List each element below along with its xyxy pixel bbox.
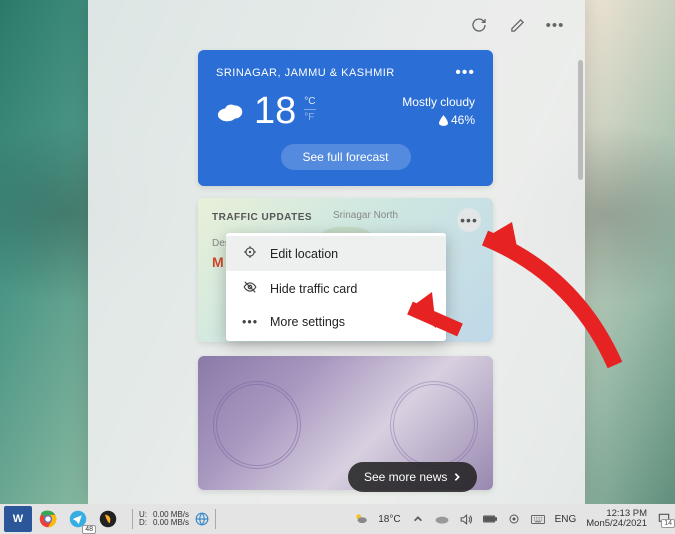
weather-tray-icon[interactable] — [354, 512, 368, 526]
system-tray: 18°C ENG 12:13 PM Mon5/24/2021 14 — [350, 509, 675, 530]
ellipsis-icon: ••• — [242, 315, 258, 329]
onedrive-icon[interactable] — [435, 512, 449, 526]
taskbar-netspeed: U: D: 0.00 MB/s 0.00 MB/s — [132, 509, 216, 529]
cloud-icon — [216, 99, 246, 123]
battery-icon[interactable] — [483, 512, 497, 526]
notif-badge: 14 — [661, 519, 675, 528]
eye-off-icon — [242, 280, 258, 297]
taskbar[interactable]: W 48 U: D: 0.00 MB/s 0.00 MB/s 18°C — [0, 504, 675, 534]
traffic-map-label: Srinagar North — [333, 210, 398, 221]
weather-humidity: 46% — [402, 113, 475, 127]
traffic-title: TRAFFIC UPDATES — [212, 212, 312, 223]
chevron-right-icon — [453, 472, 461, 482]
menu-item-label: Edit location — [270, 247, 338, 261]
weather-units[interactable]: °C °F — [304, 96, 315, 123]
more-button[interactable]: ••• — [545, 15, 565, 35]
panel-header: ••• — [88, 0, 585, 50]
menu-item-label: More settings — [270, 315, 345, 329]
weather-condition: Mostly cloudy — [402, 95, 475, 109]
globe-icon[interactable] — [195, 512, 209, 526]
telegram-icon[interactable]: 48 — [64, 506, 92, 532]
weather-card-menu-button[interactable]: ••• — [455, 64, 475, 82]
scrollbar-thumb[interactable] — [578, 60, 583, 180]
edit-button[interactable] — [507, 15, 527, 35]
annotation-arrow — [390, 280, 470, 340]
tray-weather-temp[interactable]: 18°C — [378, 514, 400, 525]
location-icon[interactable] — [507, 512, 521, 526]
chevron-up-icon[interactable] — [411, 512, 425, 526]
see-forecast-button[interactable]: See full forecast — [281, 144, 411, 170]
notification-icon[interactable]: 14 — [657, 512, 671, 526]
language-indicator[interactable]: ENG — [555, 514, 577, 525]
weather-location: SRINAGAR, JAMMU & KASHMIR — [216, 67, 395, 79]
droplet-icon — [439, 115, 448, 126]
chrome-icon[interactable] — [34, 506, 62, 532]
target-icon — [242, 245, 258, 262]
keyboard-icon[interactable] — [531, 512, 545, 526]
see-more-news-button[interactable]: See more news — [348, 462, 477, 492]
weather-card[interactable]: SRINAGAR, JAMMU & KASHMIR ••• 18 °C °F M… — [198, 50, 493, 186]
word-icon[interactable]: W — [4, 506, 32, 532]
traffic-m: M — [212, 254, 224, 270]
taskbar-pinned: W 48 — [0, 506, 122, 532]
refresh-button[interactable] — [469, 15, 489, 35]
app-icon[interactable] — [94, 506, 122, 532]
speaker-icon[interactable] — [459, 512, 473, 526]
taskbar-clock[interactable]: 12:13 PM Mon5/24/2021 — [586, 509, 647, 530]
badge-count: 48 — [82, 525, 96, 534]
weather-temp: 18 — [254, 92, 296, 130]
menu-item-label: Hide traffic card — [270, 282, 357, 296]
